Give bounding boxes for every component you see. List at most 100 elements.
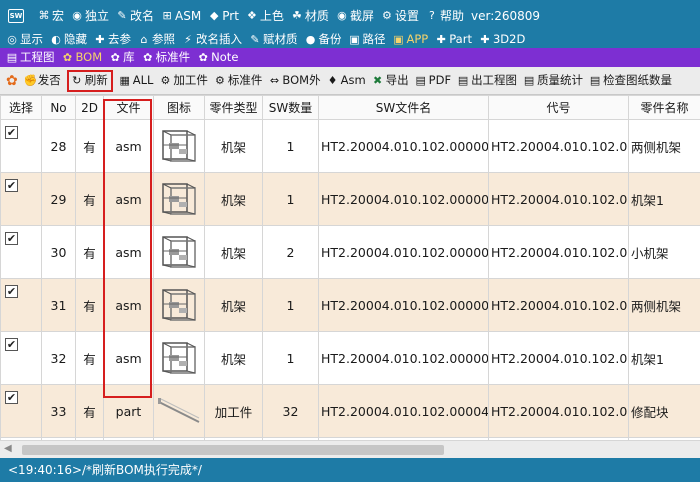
cell-code: HT2.20004.010.102.0000 bbox=[488, 119, 629, 173]
backup-button[interactable]: ● 备份 bbox=[305, 33, 342, 46]
col-header-part-name[interactable]: 零件名称 bbox=[628, 95, 700, 120]
horizontal-scrollbar[interactable]: ◀ bbox=[0, 440, 700, 458]
tab-standard-parts[interactable]: ✿ 标准件 bbox=[142, 51, 190, 64]
cell-sw-qty: 1 bbox=[262, 331, 319, 385]
cell-file: asm bbox=[103, 331, 154, 385]
cell-part-type: 机架 bbox=[204, 225, 263, 279]
check-icon: ▤ bbox=[589, 73, 601, 87]
brand-icon: ✿ bbox=[6, 72, 18, 89]
show-button[interactable]: ◎ 显示 bbox=[6, 33, 43, 46]
cell-part-name: 机架1 bbox=[628, 331, 700, 385]
hand-icon: ✊ bbox=[23, 73, 38, 87]
col-header-part-type[interactable]: 零件类型 bbox=[204, 95, 263, 120]
assign-material-button[interactable]: ✎ 赋材质 bbox=[249, 32, 297, 46]
help-icon: ? bbox=[429, 8, 435, 22]
export-button[interactable]: ✖ 导出 bbox=[372, 74, 409, 87]
table-row[interactable]: ✔32有asm机架1HT2.20004.010.102.000006.AHT2.… bbox=[0, 331, 700, 385]
secondary-toolbar: ◎ 显示 ◐ 隐藏 ✚ 去参 ⌂ 参照 ⚡ 改名插入 ✎ 赋材质 ● 备份 ▣ 路径 ▣ APP … bbox=[0, 31, 700, 48]
col-header-select[interactable]: 选择 bbox=[0, 95, 42, 120]
check-drawings-button[interactable]: ▤ 检查图纸数量 bbox=[589, 73, 672, 87]
folder-icon: ▣ bbox=[393, 32, 404, 46]
part-button[interactable]: ✚ Part bbox=[435, 33, 472, 46]
radio-icon: ◉ bbox=[72, 8, 82, 22]
cell-part-name: 机架1 bbox=[628, 172, 700, 226]
hide-icon: ◐ bbox=[51, 32, 61, 46]
row-checkbox[interactable]: ✔ bbox=[5, 126, 18, 139]
bom-outside-button[interactable]: ⇔ BOM外 bbox=[268, 74, 321, 87]
col-header-sw-qty[interactable]: SW数量 bbox=[262, 95, 319, 120]
col-header-no[interactable]: No bbox=[41, 95, 76, 120]
assembly-thumbnail-icon bbox=[162, 289, 196, 321]
publish-button[interactable]: ✊ 发否 bbox=[23, 73, 61, 87]
scrollbar-thumb[interactable] bbox=[22, 445, 444, 455]
settings-button[interactable]: ⚙ 设置 bbox=[381, 9, 419, 22]
tab-drawing[interactable]: ▤ 工程图 bbox=[6, 50, 55, 64]
path-button[interactable]: ▣ 路径 bbox=[349, 33, 385, 46]
col-header-icon[interactable]: 图标 bbox=[153, 95, 205, 120]
rename-button[interactable]: ✎ 改名 bbox=[116, 8, 154, 22]
app-button[interactable]: ▣ APP bbox=[393, 32, 428, 46]
cell-no: 33 bbox=[41, 384, 76, 438]
screenshot-button[interactable]: ◉ 截屏 bbox=[336, 9, 374, 22]
tab-bom[interactable]: ✿ BOM bbox=[62, 50, 102, 64]
3d2d-button[interactable]: ✚ 3D2D bbox=[479, 33, 525, 46]
cell-sw-qty: 1 bbox=[262, 119, 319, 173]
trash-icon: ⌂ bbox=[140, 32, 148, 46]
pdf-button[interactable]: ▤ PDF bbox=[415, 74, 451, 87]
col-header-2d[interactable]: 2D bbox=[75, 95, 104, 120]
cell-no: 29 bbox=[41, 172, 76, 226]
color-button[interactable]: ❖ 上色 bbox=[246, 9, 284, 22]
quality-stats-button[interactable]: ▤ 质量统计 bbox=[523, 74, 583, 87]
standard-parts-button[interactable]: ⚙ 标准件 bbox=[214, 74, 262, 87]
table-row[interactable]: ✔ 28有asm 机架1HT2.20004.010.102.000001.AHT2.… bbox=[0, 119, 700, 173]
assembly-icon: ♦ bbox=[327, 73, 338, 87]
row-checkbox[interactable]: ✔ bbox=[5, 232, 18, 245]
tab-library[interactable]: ✿ 库 bbox=[109, 51, 135, 64]
drawing-icon: ▤ bbox=[6, 50, 18, 64]
col-header-sw-filename[interactable]: SW文件名 bbox=[318, 95, 489, 120]
table-row[interactable]: ✔29有asm机架1HT2.20004.010.102.000002.AHT2.… bbox=[0, 172, 700, 226]
col-header-file[interactable]: 文件 bbox=[103, 95, 154, 120]
machined-parts-button[interactable]: ⚙ 加工件 bbox=[159, 74, 207, 87]
cell-no: 28 bbox=[41, 119, 76, 173]
material-icon: ☘ bbox=[291, 8, 302, 22]
prt-button[interactable]: ◆ Prt bbox=[208, 9, 239, 22]
row-checkbox[interactable]: ✔ bbox=[5, 285, 18, 298]
row-checkbox[interactable]: ✔ bbox=[5, 338, 18, 351]
col-header-code[interactable]: 代号 bbox=[488, 95, 629, 120]
asm-button[interactable]: ⊞ ASM bbox=[161, 8, 201, 22]
cell-no: 31 bbox=[41, 278, 76, 332]
help-button[interactable]: ? 帮助 bbox=[426, 8, 464, 22]
row-checkbox[interactable]: ✔ bbox=[5, 179, 18, 192]
lightning-icon: ⚡ bbox=[184, 32, 192, 46]
assembly-icon: ⊞ bbox=[162, 8, 172, 22]
material-button[interactable]: ☘ 材质 bbox=[291, 8, 329, 22]
cell-sw-filename: HT2.20004.010.102.000005.A bbox=[318, 278, 489, 332]
table-row[interactable]: ✔ 30有asm 机架2HT2.20004.010.102.000004.AHT2.… bbox=[0, 225, 700, 279]
cell-file: part bbox=[103, 384, 154, 438]
remove-ref-button[interactable]: ✚ 去参 bbox=[94, 33, 131, 46]
table-row[interactable]: ✔ 33有part 加工件32HT2.20004.010.102.000048.AH… bbox=[0, 384, 700, 438]
hide-button[interactable]: ◐ 隐藏 bbox=[50, 32, 87, 46]
scroll-left-icon[interactable]: ◀ bbox=[4, 443, 12, 454]
macro-button[interactable]: ⌘ 宏 bbox=[38, 9, 65, 22]
cell-icon bbox=[153, 384, 205, 438]
cell-part-name: 修配块 bbox=[628, 384, 700, 438]
independent-button[interactable]: ◉ 独立 bbox=[71, 8, 109, 22]
reference-button[interactable]: ⌂ 参照 bbox=[138, 32, 176, 46]
cell-sw-qty: 2 bbox=[262, 225, 319, 279]
brush-icon: ✎ bbox=[250, 32, 260, 46]
bom-icon: ✿ bbox=[62, 50, 73, 64]
output-drawing-button[interactable]: ▤ 出工程图 bbox=[457, 74, 517, 87]
cell-2d: 有 bbox=[75, 119, 104, 173]
bom-table: 选择 No 2D 文件 图标 零件类型 SW数量 SW文件名 代号 零件名称 ✔… bbox=[0, 95, 700, 440]
tab-note[interactable]: ✿ Note bbox=[197, 51, 239, 64]
row-checkbox[interactable]: ✔ bbox=[5, 391, 18, 404]
all-button[interactable]: ▦ ALL bbox=[119, 74, 154, 87]
rename-insert-button[interactable]: ⚡ 改名插入 bbox=[182, 32, 242, 46]
asm-filter-button[interactable]: ♦ Asm bbox=[327, 73, 366, 87]
table-row[interactable]: ✔ 31有asm 机架1HT2.20004.010.102.000005.AHT2.… bbox=[0, 278, 700, 332]
rename-icon: ✎ bbox=[117, 8, 127, 22]
refresh-button[interactable]: ↻ 刷新 bbox=[66, 69, 113, 92]
cell-sw-qty: 32 bbox=[262, 384, 319, 438]
